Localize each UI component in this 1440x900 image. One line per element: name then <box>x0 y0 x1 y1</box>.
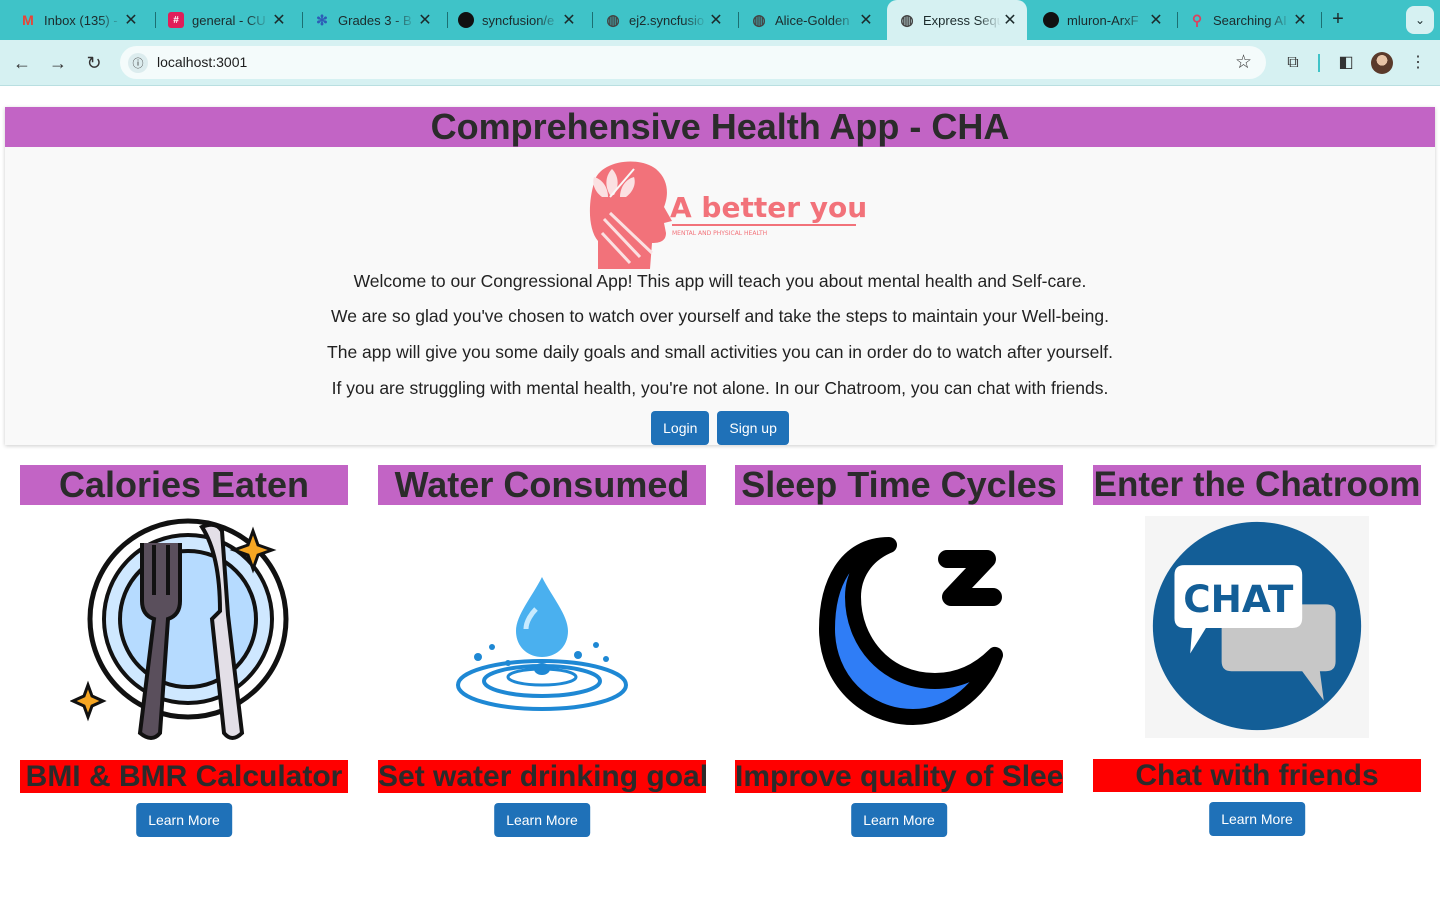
close-tab-icon[interactable]: ✕ <box>416 10 434 30</box>
page-title: Comprehensive Health App - CHA <box>5 107 1435 147</box>
card-title: Enter the Chatroom <box>1093 465 1421 505</box>
tab-title: Express Sequ <box>923 12 1001 28</box>
card-title: Water Consumed <box>378 465 706 505</box>
auth-buttons: Login Sign up <box>5 411 1435 445</box>
hero-section: Comprehensive Health App - CHA A better … <box>5 107 1435 445</box>
card-subtitle: BMI & BMR Calculator <box>20 760 348 793</box>
learn-more-button[interactable]: Learn More <box>1209 802 1305 836</box>
learn-more-button[interactable]: Learn More <box>851 803 947 837</box>
tab-search-button[interactable]: ⌄ <box>1406 6 1434 34</box>
chat-icon-text: CHAT <box>1183 577 1294 621</box>
tab-syncfusion-github[interactable]: syncfusion/e ✕ <box>446 6 586 34</box>
github-icon <box>458 12 474 28</box>
tab-mluron-github[interactable]: mluron-ArxF ✕ <box>1031 6 1173 34</box>
card-subtitle: Chat with friends <box>1093 759 1421 792</box>
tab-title: mluron-ArxF <box>1067 12 1139 28</box>
tab-express-active[interactable]: ◍ Express Sequ ✕ <box>887 0 1027 40</box>
close-tab-icon[interactable]: ✕ <box>857 10 875 30</box>
gmail-icon: M <box>22 12 34 28</box>
learn-more-button[interactable]: Learn More <box>136 803 232 837</box>
welcome-paragraph: We are so glad you've chosen to watch ov… <box>331 306 1109 326</box>
welcome-paragraph: If you are struggling with mental health… <box>331 378 1109 398</box>
canvas-icon: ✻ <box>316 11 328 28</box>
card-sleep: Sleep Time Cycles Improve quality of Sle… <box>735 465 1063 845</box>
card-calories: Calories Eaten BMI & BMR Calculator Lear… <box>20 465 348 845</box>
back-button[interactable]: ← <box>8 49 36 77</box>
welcome-paragraph: Welcome to our Congressional App! This a… <box>353 271 1087 291</box>
plate-cutlery-icon <box>70 518 289 740</box>
browser-toolbar: ← → ↻ ⓘ localhost:3001 ☆ ⧉ ◧ ⋮ <box>0 40 1440 86</box>
bookmark-star-icon[interactable]: ☆ <box>1235 51 1252 74</box>
forward-button[interactable]: → <box>44 49 72 77</box>
toolbar-divider <box>1318 54 1320 72</box>
water-drop-icon <box>456 577 628 711</box>
card-water: Water Consumed Set water drinking goals … <box>378 465 706 845</box>
card-subtitle: Improve quality of Sleep <box>735 760 1063 793</box>
globe-icon: ◍ <box>606 12 620 29</box>
tab-title: general - CU <box>192 12 266 28</box>
github-icon <box>1043 12 1059 28</box>
reload-button[interactable]: ↻ <box>80 49 108 77</box>
arrow-left-icon: ← <box>13 53 31 73</box>
site-info-icon[interactable]: ⓘ <box>128 53 148 73</box>
tab-grades[interactable]: ✻ Grades 3 - B ✕ <box>302 6 442 34</box>
extensions-icon[interactable]: ⧉ <box>1282 52 1304 74</box>
new-tab-button[interactable]: + <box>1326 8 1350 32</box>
login-button[interactable]: Login <box>651 411 710 445</box>
close-tab-icon[interactable]: ✕ <box>1001 10 1019 30</box>
arrow-right-icon: → <box>49 53 67 73</box>
tab-slack[interactable]: # general - CU ✕ <box>156 6 296 34</box>
card-subtitle: Set water drinking goals <box>378 760 706 793</box>
slack-icon: # <box>168 12 184 28</box>
reload-icon: ↻ <box>86 53 102 73</box>
globe-icon: ◍ <box>752 12 766 29</box>
learn-more-button[interactable]: Learn More <box>494 803 590 837</box>
tab-title: Alice-Golden <box>775 12 850 28</box>
tab-title: Searching AI <box>1213 12 1287 28</box>
close-tab-icon[interactable]: ✕ <box>122 10 140 30</box>
tab-alice-golden[interactable]: ◍ Alice-Golden ✕ <box>739 6 883 34</box>
tab-searching-ai[interactable]: ⚲ Searching AI ✕ <box>1177 6 1317 34</box>
tab-title: ej2.syncfusio <box>629 12 705 28</box>
page-content: Comprehensive Health App - CHA A better … <box>0 87 1440 900</box>
a-better-you-logo: A better you MENTAL AND PHYSICAL HEALTH <box>589 161 867 269</box>
tab-title: Inbox (135) - <box>44 12 118 28</box>
tab-strip: M Inbox (135) - ✕ # general - CU ✕ ✻ Gra… <box>0 0 1440 40</box>
tab-separator <box>1321 12 1322 28</box>
close-tab-icon[interactable]: ✕ <box>707 10 725 30</box>
globe-icon: ◍ <box>900 12 914 29</box>
address-bar[interactable]: ⓘ localhost:3001 ☆ <box>120 46 1266 79</box>
tab-ej2[interactable]: ◍ ej2.syncfusio ✕ <box>593 6 733 34</box>
card-title: Calories Eaten <box>20 465 348 505</box>
signup-button[interactable]: Sign up <box>717 411 789 445</box>
card-title: Sleep Time Cycles <box>735 465 1063 505</box>
close-tab-icon[interactable]: ✕ <box>1147 10 1165 30</box>
logo-subtext: MENTAL AND PHYSICAL HEALTH <box>672 230 767 237</box>
close-tab-icon[interactable]: ✕ <box>270 10 288 30</box>
profile-avatar[interactable] <box>1371 52 1393 74</box>
close-tab-icon[interactable]: ✕ <box>1291 10 1309 30</box>
more-menu-icon[interactable]: ⋮ <box>1407 52 1429 74</box>
logo-text: A better you <box>670 191 867 224</box>
card-chatroom: Enter the Chatroom CHAT Chat with friend… <box>1093 465 1421 845</box>
welcome-paragraph: The app will give you some daily goals a… <box>327 342 1113 362</box>
chat-bubble-icon: CHAT <box>1145 515 1369 739</box>
close-tab-icon[interactable]: ✕ <box>560 10 578 30</box>
side-panel-icon[interactable]: ◧ <box>1335 52 1357 74</box>
url-text[interactable]: localhost:3001 <box>157 54 247 70</box>
tab-title: Grades 3 - B <box>338 12 412 28</box>
tab-title: syncfusion/e <box>482 12 555 28</box>
tab-inbox[interactable]: M Inbox (135) - ✕ <box>8 6 148 34</box>
chevron-down-icon: ⌄ <box>1414 13 1426 27</box>
search-ai-icon: ⚲ <box>1191 11 1203 28</box>
moon-sleep-icon <box>819 537 1003 725</box>
